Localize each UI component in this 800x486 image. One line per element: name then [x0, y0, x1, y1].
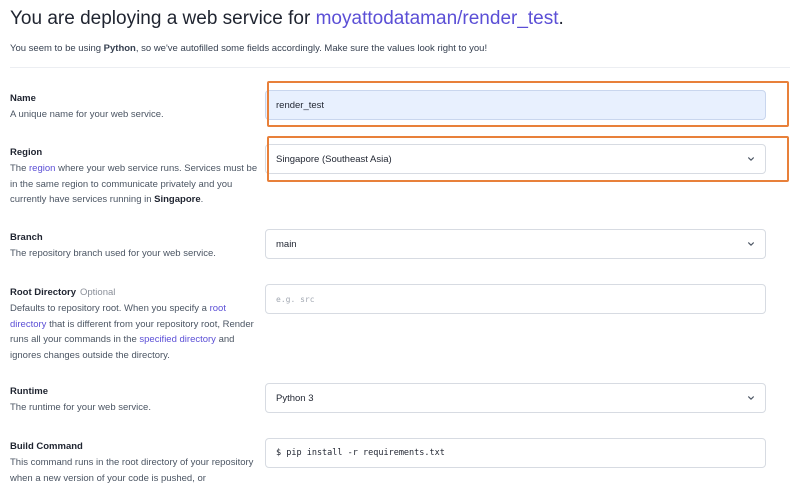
branch-select[interactable]: main [265, 229, 766, 259]
repo-name: moyattodataman/render_test [315, 8, 559, 29]
runtime-description: The runtime for your web service. [10, 402, 151, 413]
name-highlight-box [267, 81, 789, 127]
optional-tag: Optional [79, 287, 116, 298]
root-directory-input[interactable]: e.g. src [265, 284, 766, 314]
chevron-down-icon [748, 242, 754, 246]
current-region: Singapore [154, 194, 201, 205]
branch-select-value: main [276, 238, 297, 250]
divider [10, 67, 790, 68]
build-command-description: This command runs in the root directory … [10, 457, 254, 484]
root-directory-label: Root Directory Optional [10, 287, 116, 298]
branch-description: The repository branch used for your web … [10, 248, 216, 259]
region-label: Region [10, 147, 43, 158]
detected-language: Python [103, 43, 136, 54]
region-description: The region where your web service runs. … [10, 163, 258, 205]
page-title: You are deploying a web service for moya… [10, 8, 564, 29]
runtime-select[interactable]: Python 3 [265, 383, 766, 413]
region-link[interactable]: region [29, 163, 55, 174]
name-label: Name [10, 93, 36, 104]
specified-directory-link[interactable]: specified directory [139, 334, 216, 345]
root-directory-description: Defaults to repository root. When you sp… [10, 303, 254, 361]
chevron-down-icon [748, 396, 754, 400]
name-description: A unique name for your web service. [10, 109, 164, 120]
deploy-web-service-page: You are deploying a web service for moya… [0, 0, 800, 486]
branch-label: Branch [10, 232, 43, 243]
autofill-notice: You seem to be using Python, so we've au… [10, 43, 488, 54]
build-command-value: $ pip install -r requirements.txt [276, 448, 445, 458]
build-command-input[interactable]: $ pip install -r requirements.txt [265, 438, 766, 468]
runtime-label: Runtime [10, 386, 48, 397]
build-command-label: Build Command [10, 441, 83, 452]
region-highlight-box [267, 136, 789, 182]
runtime-select-value: Python 3 [276, 392, 314, 404]
root-directory-placeholder: e.g. src [276, 294, 315, 304]
